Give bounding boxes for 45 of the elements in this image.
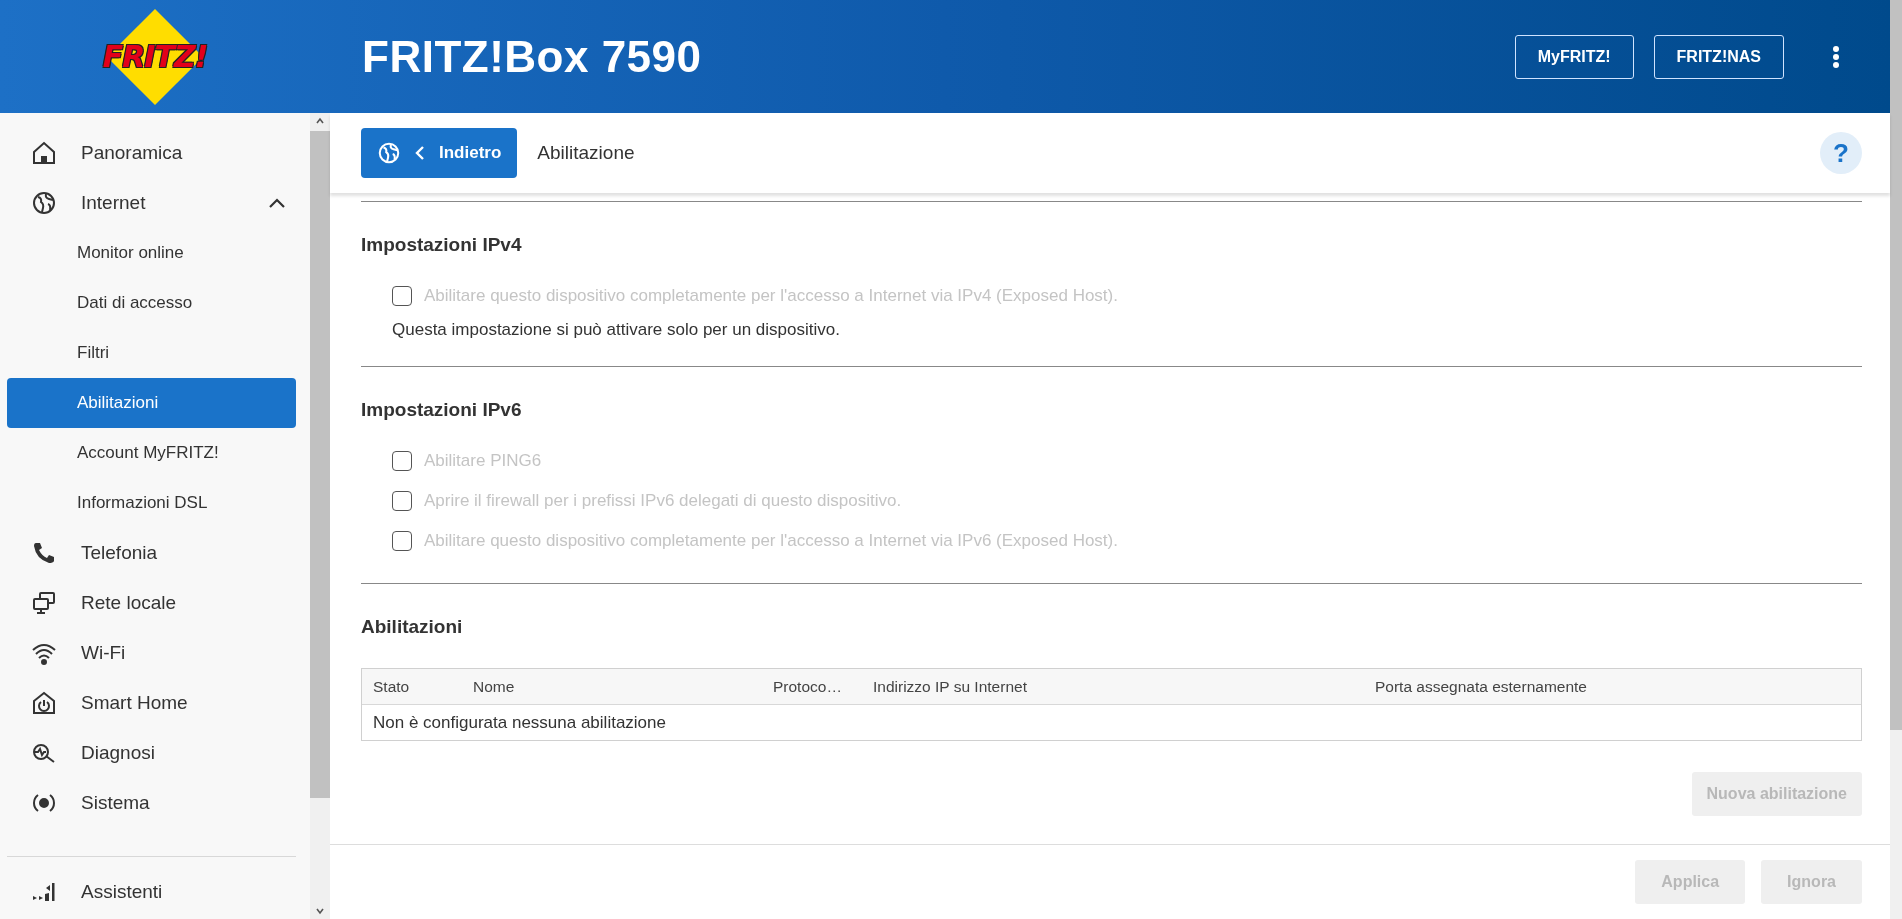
nav-item[interactable]: Panoramica (7, 128, 296, 178)
section-heading: Impostazioni IPv6 (361, 399, 523, 421)
house-power-icon (31, 690, 57, 716)
nav-subitem[interactable]: Informazioni DSL (7, 478, 296, 528)
nav-item[interactable]: Wi-Fi (7, 628, 296, 678)
column-header: Protoco… (772, 677, 843, 696)
nav-item[interactable]: Rete locale (7, 578, 296, 628)
nav-item[interactable]: Sistema (7, 778, 296, 828)
column-header: Stato (372, 677, 411, 696)
chevron-left-icon (415, 145, 425, 161)
globe-icon (31, 190, 57, 216)
nav-item[interactable]: Telefonia (7, 528, 296, 578)
header-button[interactable]: MyFRITZ! (1514, 34, 1634, 79)
nav-item[interactable]: Assistenti (7, 867, 296, 917)
page-title: Abilitazione (537, 142, 635, 164)
globe-icon (377, 141, 401, 165)
nav-subitem[interactable]: Account MyFRITZ! (7, 428, 296, 478)
help-button[interactable]: ? (1820, 132, 1862, 174)
nav-subitem[interactable]: Dati di accesso (7, 278, 296, 328)
phone-icon (31, 540, 57, 566)
page-scrollbar[interactable] (1890, 0, 1902, 919)
device-title: FRITZ!Box 7590 (362, 31, 702, 82)
section-heading: Abilitazioni (361, 616, 464, 638)
column-header: Porta assegnata esternamente (1374, 677, 1587, 696)
nav-item[interactable]: Internet (7, 178, 296, 228)
chevron-icon[interactable] (268, 197, 286, 209)
checkbox-label: Abilitare questo dispositivo completamente per l'accesso a Internet via IPv6 (Exposed Host). (424, 531, 1118, 551)
nav-subitem[interactable]: Filtri (7, 328, 296, 378)
checkbox-label: Abilitare questo dispositivo completamente per l'accesso a Internet via IPv4 (Exposed Host). (424, 286, 1118, 306)
sidebar-scrollbar[interactable] (310, 113, 330, 919)
home-icon (31, 140, 57, 166)
nav-item[interactable]: Smart Home (7, 678, 296, 728)
nav-subitem[interactable]: Monitor online (7, 228, 296, 278)
checkbox-label: Abilitare PING6 (424, 451, 542, 471)
back-button[interactable]: Indietro (361, 128, 518, 178)
empty-message: Non è configurata nessuna abilitazione (372, 712, 666, 733)
column-header: Nome (472, 677, 516, 696)
nav-subitem[interactable]: Abilitazioni (7, 378, 296, 428)
kebab-menu-icon[interactable] (1832, 45, 1840, 68)
monitors-icon (31, 590, 57, 616)
nav-item[interactable]: Diagnosi (7, 728, 296, 778)
header-button[interactable]: FRITZ!NAS (1653, 34, 1784, 79)
section-heading: Impostazioni IPv4 (361, 234, 523, 256)
note-text: Questa impostazione si può attivare solo per un dispositivo. (391, 319, 841, 341)
column-header: Indirizzo IP su Internet (872, 677, 1028, 696)
